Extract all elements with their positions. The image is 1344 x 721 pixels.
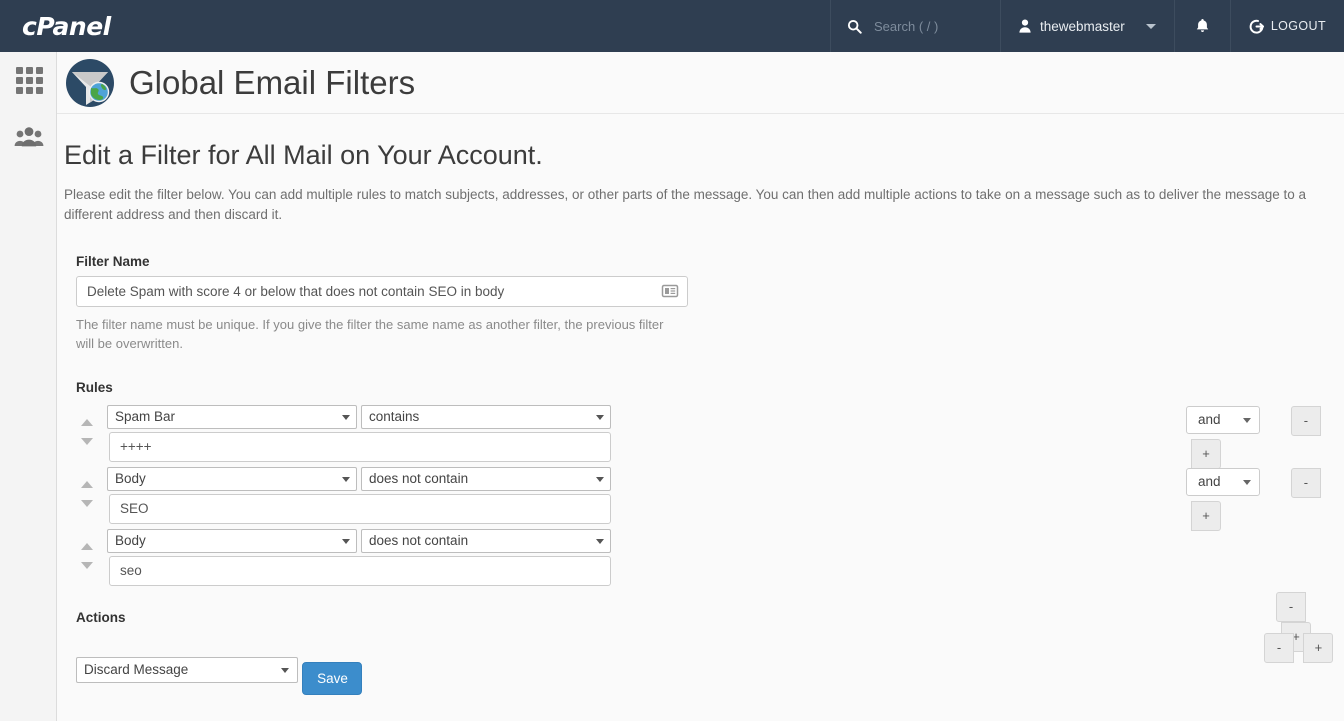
- move-down-icon[interactable]: [81, 561, 93, 569]
- chevron-down-icon: [1243, 479, 1251, 485]
- rule-reorder-controls[interactable]: [78, 470, 95, 518]
- content-body: Edit a Filter for All Mail on Your Accou…: [57, 114, 1344, 695]
- top-header: cPanel Search ( / ) thewebmaster LOGOUT: [0, 0, 1344, 52]
- chevron-down-icon: [281, 667, 289, 673]
- rule-row-controls: and - +: [1186, 467, 1344, 531]
- rule-value-input[interactable]: [109, 493, 611, 524]
- actions-label: Actions: [76, 609, 126, 625]
- remove-rule-button[interactable]: -: [1290, 405, 1321, 436]
- rule-field-select[interactable]: Spam Bar: [107, 404, 357, 429]
- chevron-down-icon: [342, 476, 350, 482]
- bell-icon: [1195, 18, 1210, 34]
- chevron-down-icon: [1243, 417, 1251, 423]
- user-menu[interactable]: thewebmaster: [1000, 0, 1174, 52]
- filter-name-hint: The filter name must be unique. If you g…: [76, 317, 664, 351]
- chevron-down-icon: [1145, 23, 1156, 29]
- search-icon: [847, 19, 862, 34]
- rule-field-select[interactable]: Body: [107, 528, 357, 553]
- grid-icon: [15, 67, 43, 94]
- rule-operator-value: contains: [369, 408, 420, 424]
- page-title: Global Email Filters: [129, 63, 416, 101]
- rule-operator-value: does not contain: [369, 532, 469, 548]
- filter-name-section: Filter Name The filter name must be uniq…: [64, 254, 1344, 354]
- move-up-icon[interactable]: [81, 418, 93, 426]
- rules-section: Rules Spam Bar contains an: [64, 379, 1344, 652]
- action-row-controls: - +: [1264, 632, 1334, 663]
- rule-row-controls: and - +: [1186, 405, 1344, 469]
- rule-field-select[interactable]: Body: [107, 466, 357, 491]
- rule-field-value: Body: [115, 470, 146, 486]
- chevron-down-icon: [342, 538, 350, 544]
- rule-row: Spam Bar contains and - +: [76, 402, 1344, 469]
- filter-name-label: Filter Name: [76, 254, 150, 270]
- header-spacer: [135, 0, 830, 52]
- rule-conjunction-select[interactable]: and: [1186, 405, 1260, 434]
- page-header: Global Email Filters: [57, 52, 1344, 114]
- rule-conjunction-value: and: [1198, 473, 1221, 489]
- chevron-down-icon: [596, 476, 604, 482]
- remove-action-button[interactable]: -: [1264, 632, 1294, 663]
- filter-name-input[interactable]: [76, 276, 688, 308]
- filter-name-field-wrap: [76, 276, 688, 308]
- rule-conjunction-select[interactable]: and: [1186, 467, 1260, 496]
- rule-value-input[interactable]: [109, 431, 611, 462]
- rules-label: Rules: [76, 379, 113, 395]
- rule-reorder-controls[interactable]: [78, 532, 95, 580]
- add-action-button[interactable]: +: [1303, 632, 1334, 663]
- rule-field-value: Body: [115, 532, 146, 548]
- logout-icon: [1249, 19, 1264, 34]
- logout-button[interactable]: LOGOUT: [1229, 0, 1344, 52]
- rule-conjunction-value: and: [1198, 411, 1221, 427]
- sidebar-item-apps-grid[interactable]: [0, 52, 57, 108]
- actions-section: Actions Discard Message - + Save: [64, 610, 1344, 695]
- move-down-icon[interactable]: [81, 499, 93, 507]
- rule-row: Body does not contain and - +: [76, 464, 1344, 531]
- rule-value-input[interactable]: [109, 555, 611, 586]
- action-value: Discard Message: [84, 661, 189, 677]
- search-placeholder: Search ( / ): [874, 18, 939, 34]
- funnel-globe-icon: [64, 57, 116, 109]
- search-input[interactable]: Search ( / ): [830, 0, 1000, 52]
- chevron-down-icon: [596, 538, 604, 544]
- rule-operator-select[interactable]: does not contain: [361, 528, 611, 553]
- rule-field-value: Spam Bar: [115, 408, 176, 424]
- cpanel-logo[interactable]: cPanel: [0, 0, 135, 52]
- notifications-button[interactable]: [1173, 0, 1230, 52]
- save-button[interactable]: Save: [302, 661, 363, 695]
- main-content: Global Email Filters Edit a Filter for A…: [57, 52, 1344, 721]
- section-description: Please edit the filter below. You can ad…: [64, 187, 1306, 222]
- move-down-icon[interactable]: [81, 437, 93, 445]
- rule-row: Body does not contain - +: [76, 526, 1344, 652]
- sidebar-item-user-manager[interactable]: [0, 108, 57, 164]
- rule-operator-select[interactable]: does not contain: [361, 466, 611, 491]
- action-select[interactable]: Discard Message: [76, 656, 298, 683]
- user-icon: [1019, 19, 1031, 33]
- brand-text: cPanel: [22, 11, 111, 41]
- move-up-icon[interactable]: [81, 480, 93, 488]
- move-up-icon[interactable]: [81, 542, 93, 550]
- remove-rule-button[interactable]: -: [1290, 467, 1321, 498]
- users-icon: [14, 126, 44, 147]
- sidebar: [0, 52, 57, 721]
- chevron-down-icon: [596, 414, 604, 420]
- rule-operator-select[interactable]: contains: [361, 404, 611, 429]
- user-name: thewebmaster: [1040, 18, 1125, 34]
- logout-label: LOGOUT: [1270, 19, 1326, 33]
- rule-reorder-controls[interactable]: [78, 408, 95, 456]
- section-heading: Edit a Filter for All Mail on Your Accou…: [64, 140, 543, 170]
- chevron-down-icon: [342, 414, 350, 420]
- form-list-icon[interactable]: [661, 282, 679, 300]
- rule-operator-value: does not contain: [369, 470, 469, 486]
